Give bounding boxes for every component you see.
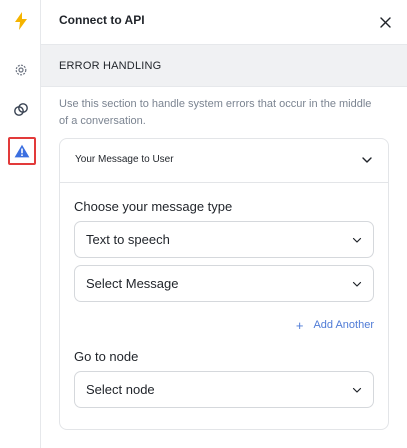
close-icon [379,16,391,28]
card-title: Your Message to User [75,154,174,165]
chevron-down-icon [362,157,372,163]
add-another-label: Add Another [313,319,374,331]
node-select[interactable]: Select node [74,371,374,408]
left-rail [0,0,41,448]
panel-header: Connect to API [41,0,407,44]
close-button[interactable] [377,14,393,30]
chevron-down-icon [352,387,362,393]
integrations-nav-button[interactable] [0,95,41,125]
section-header: ERROR HANDLING [41,44,407,87]
add-another-button[interactable]: + Add Another [296,317,374,333]
chevron-down-icon [352,281,362,287]
plus-icon: + [295,317,304,333]
node-select-value: Select node [86,382,155,397]
panel-title: Connect to API [59,13,145,27]
gear-icon [15,64,26,76]
settings-nav-button[interactable] [0,55,41,85]
message-select-value: Select Message [86,276,179,291]
message-card: Your Message to User Choose your message… [59,138,389,430]
section-description: Use this section to handle system errors… [59,98,372,127]
chevron-down-icon [352,237,362,243]
bolt-icon [14,12,27,30]
message-type-label: Choose your message type [74,199,233,214]
warning-icon [14,144,30,158]
message-type-select[interactable]: Text to speech [74,221,374,258]
error-handling-nav-button[interactable] [8,137,36,165]
link-icon [13,103,28,116]
go-to-node-label: Go to node [74,349,139,364]
message-select[interactable]: Select Message [74,265,374,302]
message-type-value: Text to speech [86,232,170,247]
section-title: ERROR HANDLING [59,60,162,72]
card-header-toggle[interactable]: Your Message to User [60,139,388,183]
bolt-nav-button[interactable] [0,6,41,36]
